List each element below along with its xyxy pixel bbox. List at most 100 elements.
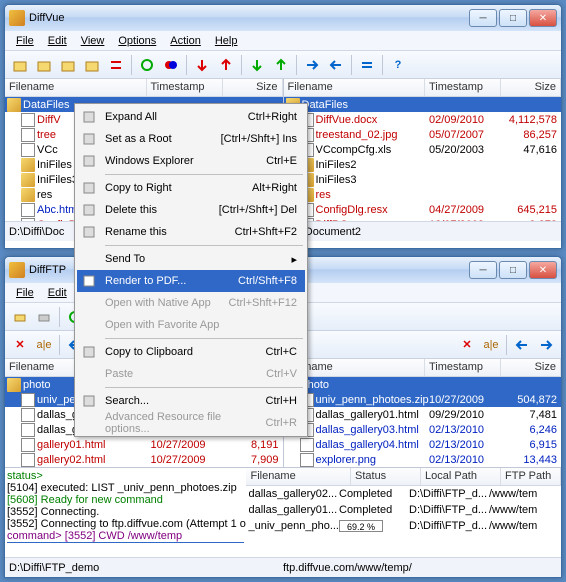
ae-icon[interactable]: a|e (33, 334, 55, 356)
folder2-icon[interactable] (57, 54, 79, 76)
menu-help[interactable]: Help (208, 33, 245, 49)
transfer-row[interactable]: dallas_gallery02...CompletedD:\Diffi\FTP… (246, 486, 561, 502)
file-icon (21, 113, 35, 127)
menu-item[interactable]: Copy to RightAlt+Right (77, 177, 305, 199)
file-row[interactable]: gallery01.html10/27/20098,191 (5, 437, 283, 452)
context-menu[interactable]: Expand AllCtrl+RightSet as a Root[Ctrl+/… (74, 103, 308, 437)
menu-item[interactable]: Delete this[Ctrl+/Shft+] Del (77, 199, 305, 221)
minimize-button[interactable]: ─ (469, 9, 497, 27)
folder-row[interactable]: DataFiles (284, 97, 562, 112)
copy-right-icon[interactable] (301, 54, 323, 76)
folder-row[interactable]: photo (284, 377, 562, 392)
menu-item[interactable]: Render to PDF...Ctrl/Shft+F8 (77, 270, 305, 292)
help-icon[interactable]: ? (387, 54, 409, 76)
copy-left-icon[interactable] (325, 54, 347, 76)
ae-icon-r[interactable]: a|e (480, 334, 502, 356)
col-ftppath[interactable]: FTP Path (501, 468, 561, 485)
down-red-icon[interactable] (191, 54, 213, 76)
right-column-header[interactable]: Filename Timestamp Size (284, 359, 562, 377)
menu-label: Windows Explorer (105, 155, 266, 167)
menu-item[interactable]: Expand AllCtrl+Right (77, 106, 305, 128)
right-column-header[interactable]: Filename Timestamp Size (284, 79, 562, 97)
disconnect-icon[interactable] (33, 306, 55, 328)
minimize-button[interactable]: ─ (469, 261, 497, 279)
file-row[interactable]: VCcompCfg.xls05/20/200347,616 (284, 142, 562, 157)
transfer-list[interactable]: dallas_gallery02...CompletedD:\Diffi\FTP… (246, 486, 561, 534)
transfer-header[interactable]: Filename Status Local Path FTP Path (246, 468, 561, 486)
menu-item[interactable]: Search...Ctrl+H (77, 390, 305, 412)
file-row[interactable]: dallas_gallery04.html02/13/20106,915 (284, 437, 562, 452)
right-file-list[interactable]: DataFilesDiffVue.docx02/09/20104,112,578… (284, 97, 562, 221)
x-icon-r[interactable]: ✕ (456, 334, 478, 356)
file-row[interactable]: ConfigDlg.resx04/27/2009645,215 (284, 202, 562, 217)
col-localpath[interactable]: Local Path (421, 468, 501, 485)
ftp-log[interactable]: status>[5104] executed: LIST _univ_penn_… (5, 467, 246, 543)
menu-item[interactable]: Copy to ClipboardCtrl+C (77, 341, 305, 363)
left-column-header[interactable]: Filename Timestamp Size (5, 79, 283, 97)
refresh-icon[interactable] (136, 54, 158, 76)
close-button[interactable]: ✕ (529, 9, 557, 27)
file-time: 05/07/2007 (429, 129, 505, 141)
file-row[interactable]: res (284, 187, 562, 202)
file-row[interactable]: DiffRC.cpp12/07/20089,273 (284, 217, 562, 221)
menu-item[interactable]: Rename thisCtrl+Shft+F2 (77, 221, 305, 243)
menu-item: Open with Native AppCtrl+Shft+F12 (77, 292, 305, 314)
file-row[interactable]: IniFiles3 (284, 172, 562, 187)
up-green-icon[interactable] (270, 54, 292, 76)
x-icon[interactable]: ✕ (9, 334, 31, 356)
col-size[interactable]: Size (501, 79, 561, 96)
menu-view[interactable]: View (74, 33, 112, 49)
menu-item[interactable]: Set as a Root[Ctrl+/Shft+] Ins (77, 128, 305, 150)
menu-edit[interactable]: Edit (41, 285, 74, 301)
file-row[interactable]: IniFiles2 (284, 157, 562, 172)
folder-icon[interactable] (33, 54, 55, 76)
file-row[interactable]: univ_penn_photoes.zip10/27/2009504,872 (284, 392, 562, 407)
menu-file[interactable]: File (9, 285, 41, 301)
menu-item[interactable]: Windows ExplorerCtrl+E (77, 150, 305, 172)
menu-file[interactable]: File (9, 33, 41, 49)
menu-item[interactable]: Send To▸ (77, 248, 305, 270)
right-arrow-icon-r[interactable] (535, 334, 557, 356)
right-pane: Filename Timestamp Size DataFilesDiffVue… (284, 79, 562, 221)
transfer-row[interactable]: _univ_penn_pho...69.2 %D:\Diffi\FTP_d...… (246, 518, 561, 534)
delete-icon (79, 202, 99, 218)
maximize-button[interactable]: □ (499, 9, 527, 27)
file-row[interactable]: gallery02.html10/27/20097,909 (5, 452, 283, 467)
close-button[interactable]: ✕ (529, 261, 557, 279)
maximize-button[interactable]: □ (499, 261, 527, 279)
file-row[interactable]: dallas_gallery03.html02/13/20106,246 (284, 422, 562, 437)
col-filename[interactable]: Filename (246, 468, 351, 485)
left-arrow-icon-r[interactable] (511, 334, 533, 356)
menu-action[interactable]: Action (163, 33, 208, 49)
connect-icon[interactable] (9, 306, 31, 328)
folder3-icon[interactable] (81, 54, 103, 76)
menu-label: Render to PDF... (105, 275, 238, 287)
transfer-row[interactable]: dallas_gallery01...CompletedD:\Diffi\FTP… (246, 502, 561, 518)
compare-icon[interactable] (160, 54, 182, 76)
col-timestamp[interactable]: Timestamp (147, 79, 223, 96)
up-red-icon[interactable] (215, 54, 237, 76)
col-size[interactable]: Size (223, 79, 283, 96)
col-status[interactable]: Status (351, 468, 421, 485)
file-row[interactable]: treestand_02.jpg05/07/200786,257 (284, 127, 562, 142)
menu-options[interactable]: Options (111, 33, 163, 49)
ftp-right-file-list[interactable]: photouniv_penn_photoes.zip10/27/2009504,… (284, 377, 562, 467)
swap-icon[interactable] (105, 54, 127, 76)
col-timestamp[interactable]: Timestamp (425, 359, 501, 376)
file-row[interactable]: dallas_gallery01.html09/29/20107,481 (284, 407, 562, 422)
col-filename[interactable]: Filename (5, 79, 147, 96)
menu-edit[interactable]: Edit (41, 33, 74, 49)
menu-item: Open with Favorite App (77, 314, 305, 336)
sync-icon[interactable] (356, 54, 378, 76)
open-icon[interactable] (9, 54, 31, 76)
transfer-name: dallas_gallery02... (248, 488, 339, 500)
col-size[interactable]: Size (501, 359, 561, 376)
file-row[interactable]: explorer.png02/13/201013,443 (284, 452, 562, 467)
col-filename[interactable]: Filename (284, 79, 426, 96)
menu-shortcut: [Ctrl+/Shft+] Del (219, 204, 297, 216)
col-timestamp[interactable]: Timestamp (425, 79, 501, 96)
menu-shortcut: Ctrl+V (266, 368, 297, 380)
file-row[interactable]: DiffVue.docx02/09/20104,112,578 (284, 112, 562, 127)
down-green-icon[interactable] (246, 54, 268, 76)
menu-label: Set as a Root (105, 133, 221, 145)
